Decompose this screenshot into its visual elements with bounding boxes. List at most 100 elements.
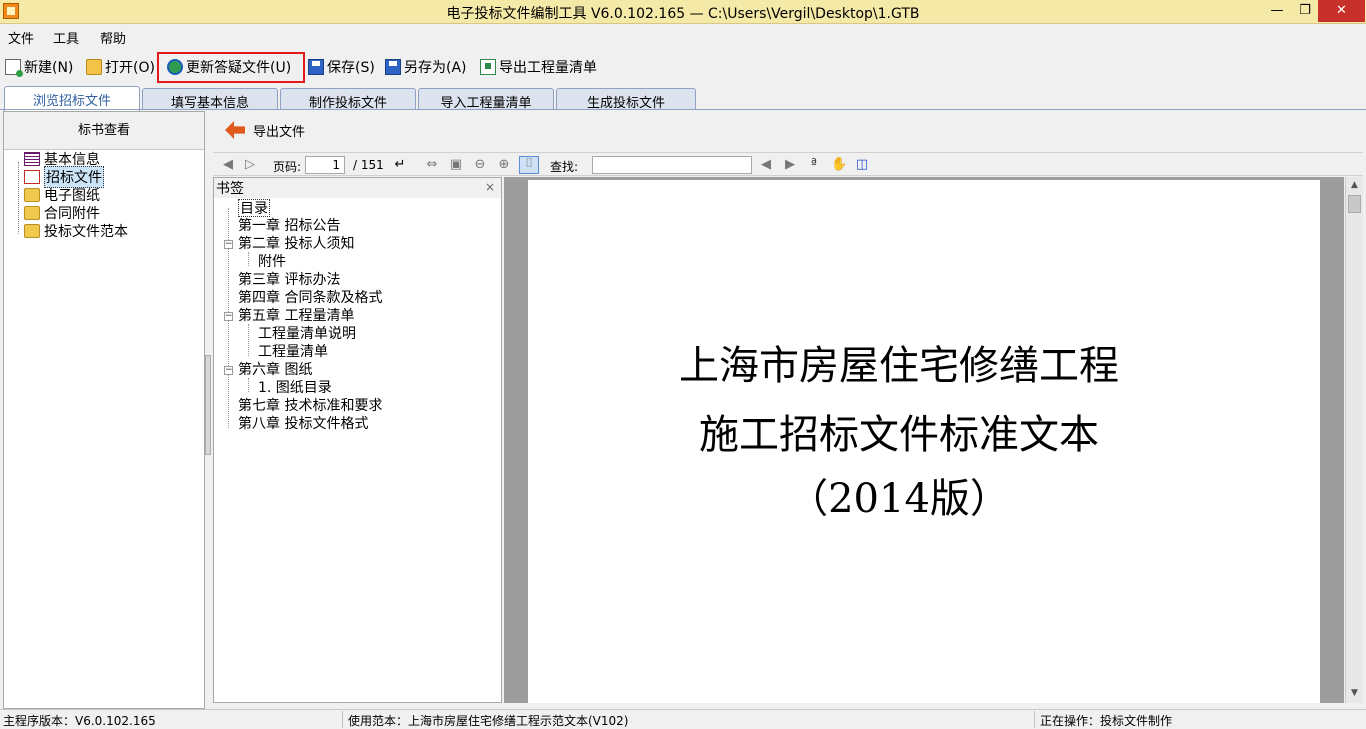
tab-generate-bid[interactable]: 生成投标文件 [556,88,696,111]
bookmark-item[interactable]: 第三章 评标办法 [238,271,340,289]
bookmark-item[interactable]: 第八章 投标文件格式 [238,415,368,433]
save-as-disk-icon [385,59,401,75]
document-title-line1: 上海市房屋住宅修缮工程 [679,343,1119,389]
menu-help[interactable]: 帮助 [100,28,126,47]
new-button[interactable]: 新建(N) [5,55,73,79]
tab-browse-tender[interactable]: 浏览招标文件 [4,86,140,111]
back-icon[interactable]: ◀ [221,158,235,172]
status-separator [342,711,343,728]
bookmark-item[interactable]: 工程量清单说明 [258,325,356,343]
minimize-button[interactable]: — [1262,0,1292,22]
page-number-input[interactable]: 1 [305,156,345,174]
fit-width-icon[interactable]: ⇔ [425,158,439,172]
tab-strip: 浏览招标文件 填写基本信息 制作投标文件 导入工程量清单 生成投标文件 [0,86,1366,111]
bookmark-item[interactable]: 第五章 工程量清单 [238,307,354,325]
bookmark-connector [248,252,249,266]
dual-page-icon[interactable]: ◫ [855,158,869,172]
tree-connector [18,162,19,234]
arrow-left-icon [225,121,245,139]
bookmark-item[interactable]: 附件 [258,253,286,271]
scroll-up-icon[interactable]: ▲ [1346,177,1363,193]
status-version: 主程序版本：V6.0.102.165 [3,714,156,728]
bookmark-toggle-icon[interactable]: ⌷ [519,156,539,174]
find-input[interactable] [592,156,752,174]
bookmark-item[interactable]: 第一章 招标公告 [238,217,340,235]
folder-icon [24,206,40,220]
status-separator [1034,711,1035,728]
bookmark-title: 书签 [216,181,244,197]
maximize-button[interactable]: ❐ [1292,0,1318,22]
bookmark-item[interactable]: 第七章 技术标准和要求 [238,397,382,415]
export-bill-button[interactable]: 导出工程量清单 [480,55,597,79]
save-button-label: 保存(S) [327,60,375,76]
page-label: 页码: [273,160,302,174]
bookmark-item[interactable]: 第二章 投标人须知 [238,235,354,253]
find-next-icon[interactable]: ▶ [783,158,797,172]
bookmark-item[interactable]: 第四章 合同条款及格式 [238,289,382,307]
open-button[interactable]: 打开(O) [86,55,155,79]
zoom-out-icon[interactable]: ⊖ [473,158,487,172]
export-file-label: 导出文件 [253,124,306,140]
bookmark-item[interactable]: 第六章 图纸 [238,361,312,379]
tab-fill-basic-info[interactable]: 填写基本信息 [142,88,278,111]
save-as-button-label: 另存为(A) [404,60,467,76]
bookmark-panel: 书签 × − − − 目录 第一章 招标公告 第二章 投标人须知 附件 第三章 … [213,177,502,703]
save-button[interactable]: 保存(S) [308,55,375,79]
folder-icon [24,188,40,202]
close-button[interactable]: ✕ [1318,0,1365,22]
collapse-icon[interactable]: − [224,240,233,249]
zoom-in-icon[interactable]: ⊕ [497,158,511,172]
tab-divider [0,109,1366,110]
pdf-toolbar: ◀ ▷ 页码: 1 / 151 ↵ ⇔ ▣ ⊖ ⊕ ⌷ 查找: ◀ ▶ ª ✋ … [213,152,1363,176]
document-list-icon [24,152,40,166]
highlight-annotation-box [157,52,305,83]
menu-tools[interactable]: 工具 [53,28,79,47]
document-scrollbar[interactable]: ▲ ▼ [1345,177,1363,703]
bookmark-connector [248,378,249,392]
export-file-button[interactable]: 导出文件 [225,117,305,143]
folder-icon [24,224,40,238]
title-bar: 电子投标文件编制工具 V6.0.102.165 — C:\Users\Vergi… [0,0,1366,24]
menu-bar: 文件 工具 帮助 [0,24,1366,48]
tree-item-label: 合同附件 [44,206,100,222]
find-previous-icon[interactable]: ◀ [759,158,773,172]
left-panel-header: 标书查看 [4,112,204,150]
open-button-label: 打开(O) [105,60,155,76]
collapse-icon[interactable]: − [224,312,233,321]
export-sheet-icon [480,59,496,75]
save-disk-icon [308,59,324,75]
new-file-icon [5,59,23,77]
new-button-label: 新建(N) [24,60,74,76]
panel-splitter[interactable] [205,355,211,455]
document-title-line3: （2014版） [788,476,1010,522]
bookmark-close-icon[interactable]: × [485,180,495,194]
scroll-thumb[interactable] [1348,195,1361,213]
enter-icon[interactable]: ↵ [393,158,407,172]
forward-icon[interactable]: ▷ [243,158,257,172]
tree-item-bid-template[interactable]: 投标文件范本 [24,222,128,240]
menu-file[interactable]: 文件 [8,28,34,47]
bookmark-item[interactable]: 工程量清单 [258,343,328,361]
tree-item-contract-attachments[interactable]: 合同附件 [24,204,100,222]
total-pages: / 151 [353,158,384,172]
tab-make-bid[interactable]: 制作投标文件 [280,88,416,111]
status-bar: 主程序版本：V6.0.102.165 使用范本：上海市房屋住宅修缮工程示范文本(… [0,709,1366,729]
save-as-button[interactable]: 另存为(A) [385,55,467,79]
document-title-line2: 施工招标文件标准文本 [699,412,1099,458]
text-select-icon[interactable]: ª [807,158,821,172]
fit-page-icon[interactable]: ▣ [449,158,463,172]
bookmark-item[interactable]: 1. 图纸目录 [258,379,332,397]
tree-item-tender-file[interactable]: 招标文件 [24,166,104,188]
hand-tool-icon[interactable]: ✋ [831,158,847,172]
scroll-down-icon[interactable]: ▼ [1346,685,1363,701]
bookmark-item[interactable]: 目录 [238,199,270,217]
tree-item-label: 电子图纸 [44,188,100,204]
status-operation: 正在操作：投标文件制作 [1040,714,1173,728]
status-template: 使用范本：上海市房屋住宅修缮工程示范文本(V102) [348,714,629,728]
tree-item-drawings[interactable]: 电子图纸 [24,186,100,204]
collapse-icon[interactable]: − [224,366,233,375]
tab-import-bill[interactable]: 导入工程量清单 [418,88,554,111]
folder-open-icon [86,59,102,75]
bookmark-header: 书签 × [214,178,501,198]
bookmark-connector [248,324,249,356]
